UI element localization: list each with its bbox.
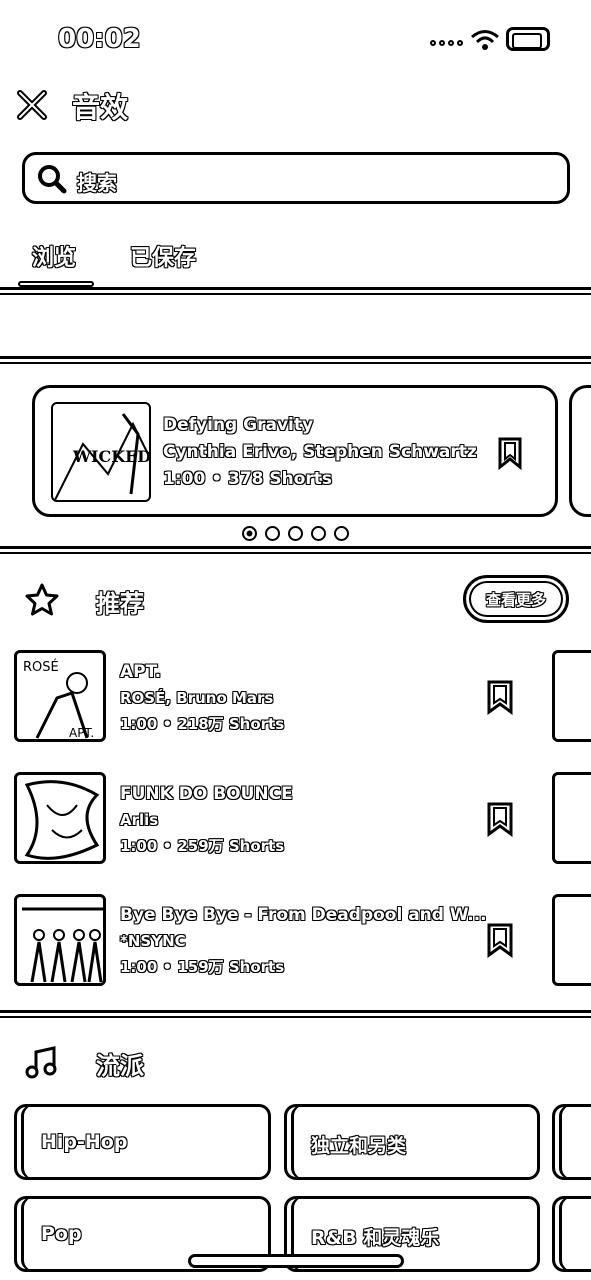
song-meta: 1:00 • 159万 Shorts xyxy=(120,958,285,976)
featured-title: Defying Gravity xyxy=(163,415,314,435)
genre-label: R&B 和灵魂乐 xyxy=(311,1227,440,1249)
music-note-icon xyxy=(25,1046,57,1079)
song-meta: 1:00 • 218万 Shorts xyxy=(120,715,285,733)
wifi-icon xyxy=(471,30,499,50)
song-art-peek[interactable] xyxy=(552,894,591,986)
featured-next-card[interactable] xyxy=(569,385,591,517)
song-art-byebyebye[interactable] xyxy=(14,894,106,986)
home-indicator[interactable] xyxy=(188,1254,404,1268)
genre-peek[interactable] xyxy=(552,1104,591,1180)
song-title: FUNK DO BOUNCE xyxy=(120,784,293,804)
recommended-title: 推荐 xyxy=(96,590,144,618)
song-title: Bye Bye Bye - From Deadpool and W... xyxy=(120,905,487,925)
featured-divider-top xyxy=(0,356,591,364)
see-more-button[interactable]: 查看更多 xyxy=(463,575,569,623)
genre-peek[interactable] xyxy=(552,1196,591,1272)
pager-dot[interactable] xyxy=(242,526,257,541)
genres-divider xyxy=(0,1010,591,1018)
search-input[interactable]: 搜索 xyxy=(22,152,570,204)
genre-indie[interactable]: 独立和另类 xyxy=(284,1104,540,1180)
song-art-apt[interactable]: ROSÉ APT. xyxy=(14,650,106,742)
song-title: APT. xyxy=(120,662,162,682)
pager-dot[interactable] xyxy=(311,526,326,541)
search-placeholder: 搜索 xyxy=(77,171,117,195)
song-art-peek[interactable] xyxy=(552,772,591,864)
search-icon xyxy=(38,165,67,194)
bookmark-icon[interactable] xyxy=(486,922,514,958)
bookmark-icon[interactable] xyxy=(486,801,514,837)
tab-browse[interactable]: 浏览 xyxy=(32,240,76,272)
star-icon xyxy=(25,583,59,616)
recommended-divider xyxy=(0,546,591,554)
featured-sound-card[interactable]: WICKED Defying Gravity Cynthia Erivo, St… xyxy=(32,385,558,517)
tab-saved[interactable]: 已保存 xyxy=(130,240,196,272)
song-meta: 1:00 • 259万 Shorts xyxy=(120,837,285,855)
song-art-funk[interactable] xyxy=(14,772,106,864)
song-art-peek[interactable] xyxy=(552,650,591,742)
tabs-divider xyxy=(0,287,591,295)
song-artist: Arlis xyxy=(120,811,159,829)
genres-title: 流派 xyxy=(96,1052,144,1080)
status-time: 00:02 xyxy=(58,24,141,54)
featured-album-art: WICKED xyxy=(51,402,151,502)
pager-dot[interactable] xyxy=(334,526,349,541)
pager-dot[interactable] xyxy=(288,526,303,541)
pager-dot[interactable] xyxy=(265,526,280,541)
featured-artist: Cynthia Erivo, Stephen Schwartz xyxy=(163,442,477,462)
svg-text:APT.: APT. xyxy=(69,726,94,740)
genre-label: 独立和另类 xyxy=(311,1135,407,1157)
page-title: 音效 xyxy=(72,91,129,124)
battery-icon xyxy=(506,27,550,51)
svg-text:ROSÉ: ROSÉ xyxy=(23,659,59,675)
svg-text:WICKED: WICKED xyxy=(72,447,151,466)
bookmark-icon[interactable] xyxy=(497,436,523,470)
genre-label: Pop xyxy=(41,1223,82,1245)
song-artist: *NSYNC xyxy=(120,932,186,950)
song-artist: ROSÉ, Bruno Mars xyxy=(120,689,274,707)
genre-label: Hip-Hop xyxy=(41,1131,128,1153)
carousel-pager xyxy=(242,526,349,541)
bookmark-icon[interactable] xyxy=(486,679,514,715)
signal-icon xyxy=(430,40,463,46)
featured-meta: 1:00 • 378 Shorts xyxy=(163,469,333,489)
genre-hiphop[interactable]: Hip-Hop xyxy=(14,1104,271,1180)
close-icon[interactable] xyxy=(16,89,48,121)
